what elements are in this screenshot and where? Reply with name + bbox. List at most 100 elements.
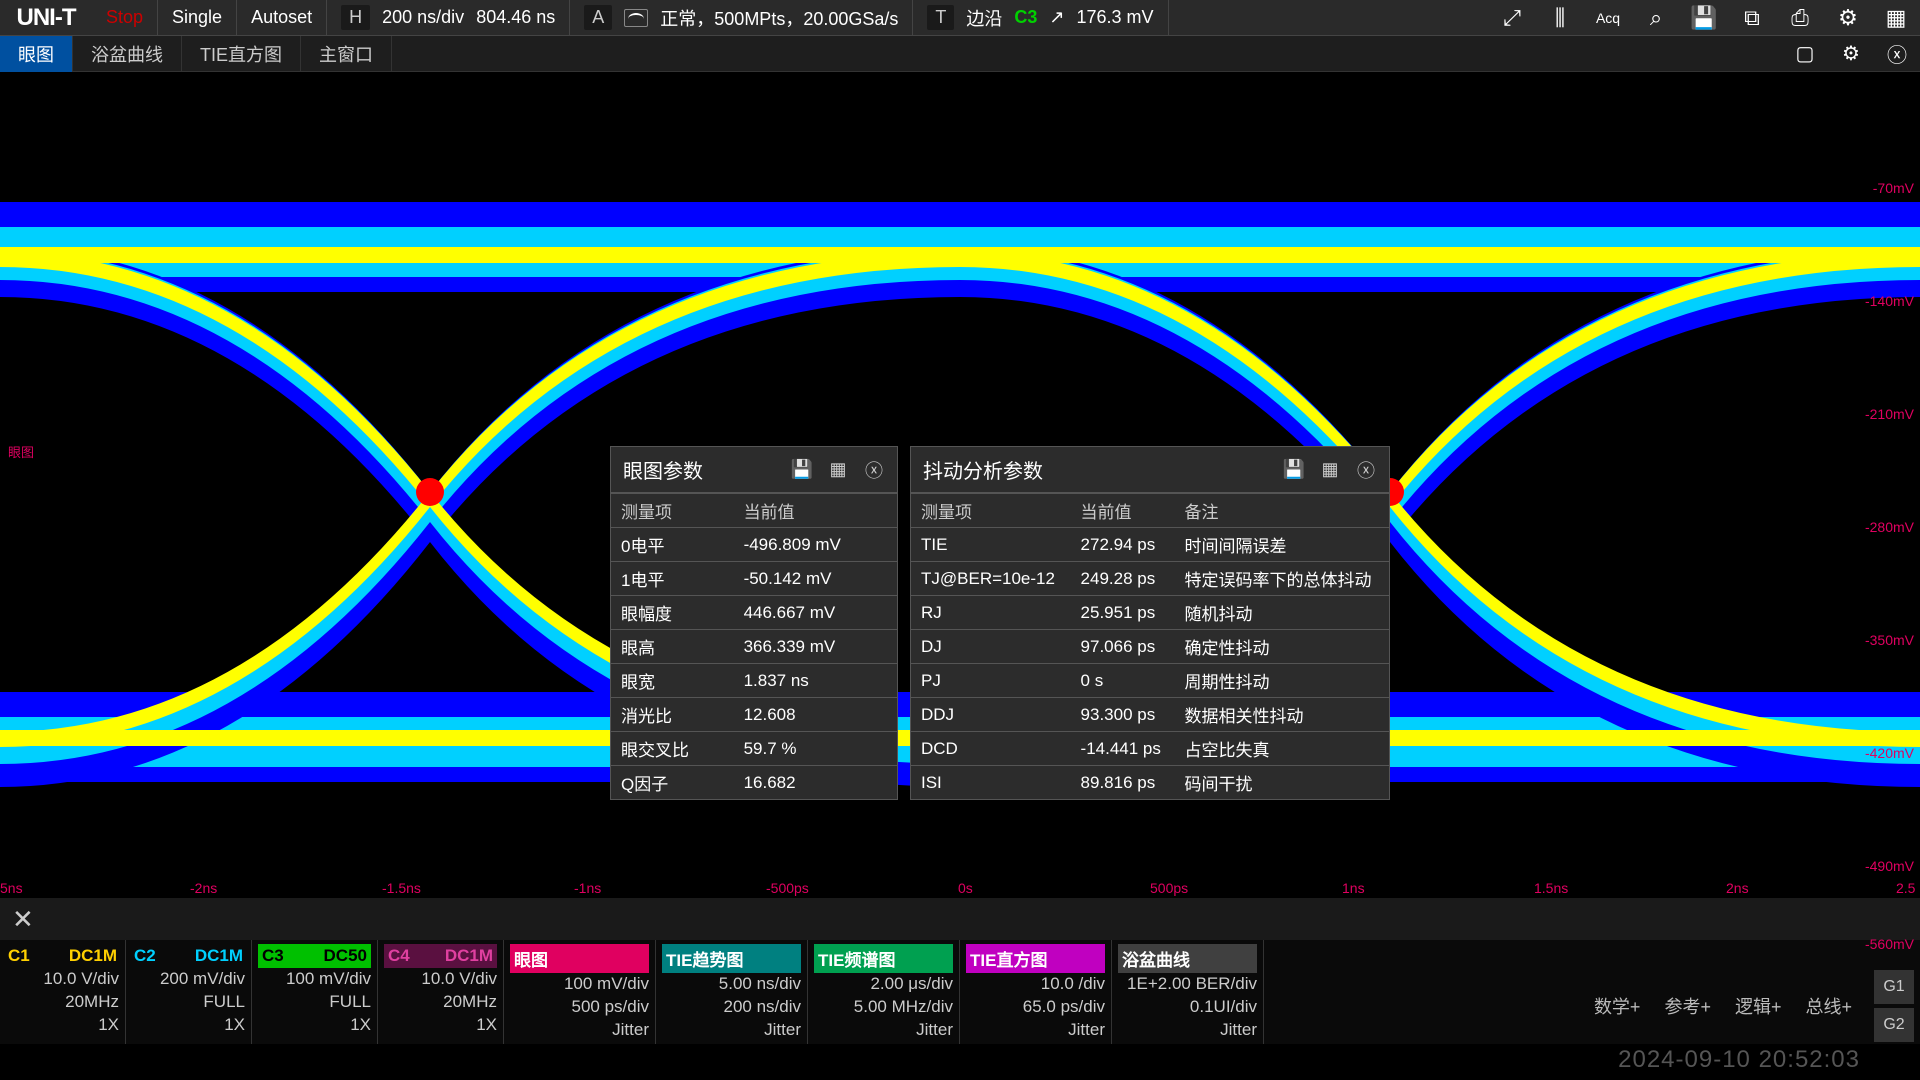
func-ref[interactable]: 参考+ — [1656, 989, 1719, 1023]
autoset-button[interactable]: Autoset — [237, 0, 327, 36]
time-mark: 2.5 — [1896, 880, 1915, 896]
channel-header: TIE频谱图 — [814, 944, 953, 973]
table-row: 眼高366.339 mV — [611, 630, 897, 664]
horizontal-section[interactable]: H 200 ns/div 804.46 ns — [327, 0, 570, 36]
waveform-display: 眼图 — [0, 72, 1920, 898]
trigger-section[interactable]: T 边沿 C3 ↗ 176.3 mV — [913, 0, 1168, 36]
tab-eye[interactable]: 眼图 — [0, 36, 73, 72]
channel-bar: C1DC1M10.0 V/div20MHz1XC2DC1M200 mV/divF… — [0, 940, 1920, 1044]
save-icon[interactable]: 💾 — [1680, 0, 1728, 36]
channel-c2[interactable]: C2DC1M200 mV/divFULL1X — [126, 940, 252, 1044]
tab-tie-hist[interactable]: TIE直方图 — [182, 36, 301, 72]
channel-header: C3DC50 — [258, 944, 371, 968]
time-mark: 5ns — [0, 880, 23, 896]
table-row: 0电平-496.809 mV — [611, 528, 897, 562]
channel-tie1[interactable]: TIE趋势图5.00 ns/div200 ns/divJitter — [656, 940, 808, 1044]
g1-button[interactable]: G1 — [1874, 970, 1914, 1004]
channel-header: TIE直方图 — [966, 944, 1105, 973]
gear-icon[interactable]: ⚙ — [1828, 36, 1874, 72]
channel-header: C4DC1M — [384, 944, 497, 968]
tab-main[interactable]: 主窗口 — [301, 36, 392, 72]
channel-header: TIE趋势图 — [662, 944, 801, 973]
tool-strip: ✕ — [0, 898, 1920, 940]
edge-icon: ↗ — [1049, 7, 1064, 28]
table-row: 眼交叉比59.7 % — [611, 732, 897, 766]
table-row: 眼幅度446.667 mV — [611, 596, 897, 630]
crosshair-icon[interactable]: ✕ — [12, 904, 42, 934]
channel-bath[interactable]: 浴盆曲线1E+2.00 BER/div0.1UI/divJitter — [1112, 940, 1264, 1044]
top-toolbar: UNI-T Stop Single Autoset H 200 ns/div 8… — [0, 0, 1920, 36]
time-mark: 0s — [958, 880, 973, 896]
eye-params-table: 测量项当前值 0电平-496.809 mV1电平-50.142 mV眼幅度446… — [611, 493, 897, 799]
acq-value: 正常，500MPts，20.00GSa/s — [660, 5, 898, 31]
wave-icon — [624, 9, 648, 27]
volt-mark: -560mV — [1865, 936, 1914, 952]
volt-mark: -70mV — [1873, 180, 1914, 196]
panel-grid-icon[interactable]: ▦ — [827, 459, 849, 481]
panel-save-icon[interactable]: 💾 — [1283, 459, 1305, 481]
table-row: DDJ93.300 ps数据相关性抖动 — [911, 698, 1389, 732]
table-row: TIE272.94 ps时间间隔误差 — [911, 528, 1389, 562]
table-row: 消光比12.608 — [611, 698, 897, 732]
print-icon[interactable]: ⎙ — [1776, 0, 1824, 36]
close-icon[interactable]: ⓧ — [1874, 36, 1920, 72]
time-mark: -500ps — [766, 880, 809, 896]
search-icon[interactable]: ⌕ — [1632, 0, 1680, 36]
eye-params-panel: 眼图参数 💾 ▦ ⓧ 测量项当前值 0电平-496.809 mV1电平-50.1… — [610, 446, 898, 800]
table-row: ISI89.816 ps码间干扰 — [911, 766, 1389, 800]
panel-close-icon[interactable]: ⓧ — [863, 459, 885, 481]
h-label: H — [341, 5, 370, 30]
time-mark: 2ns — [1726, 880, 1749, 896]
layout-icon[interactable]: ▦ — [1872, 0, 1920, 36]
acquisition-section[interactable]: A 正常，500MPts，20.00GSa/s — [570, 0, 913, 36]
channel-header: 浴盆曲线 — [1118, 944, 1257, 973]
table-row: Q因子16.682 — [611, 766, 897, 800]
channel-c1[interactable]: C1DC1M10.0 V/div20MHz1X — [0, 940, 126, 1044]
jitter-params-panel: 抖动分析参数 💾 ▦ ⓧ 测量项当前值备注 TIE272.94 ps时间间隔误差… — [910, 446, 1390, 800]
window-icon[interactable]: ▢ — [1782, 36, 1828, 72]
volt-mark: -140mV — [1865, 293, 1914, 309]
a-label: A — [584, 5, 612, 30]
copy-icon[interactable]: ⧉ — [1728, 0, 1776, 36]
g2-button[interactable]: G2 — [1874, 1008, 1914, 1042]
time-mark: -1ns — [574, 880, 601, 896]
time-mark: 500ps — [1150, 880, 1188, 896]
channel-tie3[interactable]: TIE直方图10.0 /div65.0 ps/divJitter — [960, 940, 1112, 1044]
time-mark: -2ns — [190, 880, 217, 896]
func-logic[interactable]: 逻辑+ — [1727, 989, 1790, 1023]
panel-grid-icon[interactable]: ▦ — [1319, 459, 1341, 481]
acq-icon[interactable]: Acq — [1584, 0, 1632, 36]
channel-header: C2DC1M — [132, 944, 245, 968]
col-item: 测量项 — [611, 494, 734, 528]
volt-mark: -210mV — [1865, 406, 1914, 422]
channel-c4[interactable]: C4DC1M10.0 V/div20MHz1X — [378, 940, 504, 1044]
time-mark: -1.5ns — [382, 880, 421, 896]
delay-value: 804.46 ns — [476, 7, 555, 28]
trigger-mode: 边沿 — [966, 5, 1002, 31]
table-row: RJ25.951 ps随机抖动 — [911, 596, 1389, 630]
table-row: 1电平-50.142 mV — [611, 562, 897, 596]
col-item: 测量项 — [911, 494, 1071, 528]
col-note: 备注 — [1175, 494, 1390, 528]
single-button[interactable]: Single — [158, 0, 237, 36]
volt-mark: -420mV — [1865, 745, 1914, 761]
settings-icon[interactable]: ⚙ — [1824, 0, 1872, 36]
panel-title: 眼图参数 — [623, 455, 791, 484]
trigger-channel: C3 — [1014, 7, 1037, 28]
table-row: 眼宽1.837 ns — [611, 664, 897, 698]
measure-icon[interactable]: ⫼ — [1536, 0, 1584, 36]
channel-header: 眼图 — [510, 944, 649, 973]
tab-bathtub[interactable]: 浴盆曲线 — [73, 36, 182, 72]
channel-tie2[interactable]: TIE频谱图2.00 μs/div5.00 MHz/divJitter — [808, 940, 960, 1044]
func-bus[interactable]: 总线+ — [1797, 989, 1860, 1023]
table-row: DCD-14.441 ps占空比失真 — [911, 732, 1389, 766]
cursor-icon[interactable]: ⤢ — [1488, 0, 1536, 36]
panel-close-icon[interactable]: ⓧ — [1355, 459, 1377, 481]
table-row: PJ0 s周期性抖动 — [911, 664, 1389, 698]
channel-c3[interactable]: C3DC50100 mV/divFULL1X — [252, 940, 378, 1044]
stop-button[interactable]: Stop — [92, 0, 158, 36]
func-math[interactable]: 数学+ — [1586, 989, 1649, 1023]
panel-save-icon[interactable]: 💾 — [791, 459, 813, 481]
brand-logo: UNI-T — [0, 4, 92, 32]
channel-eye[interactable]: 眼图100 mV/div500 ps/divJitter — [504, 940, 656, 1044]
